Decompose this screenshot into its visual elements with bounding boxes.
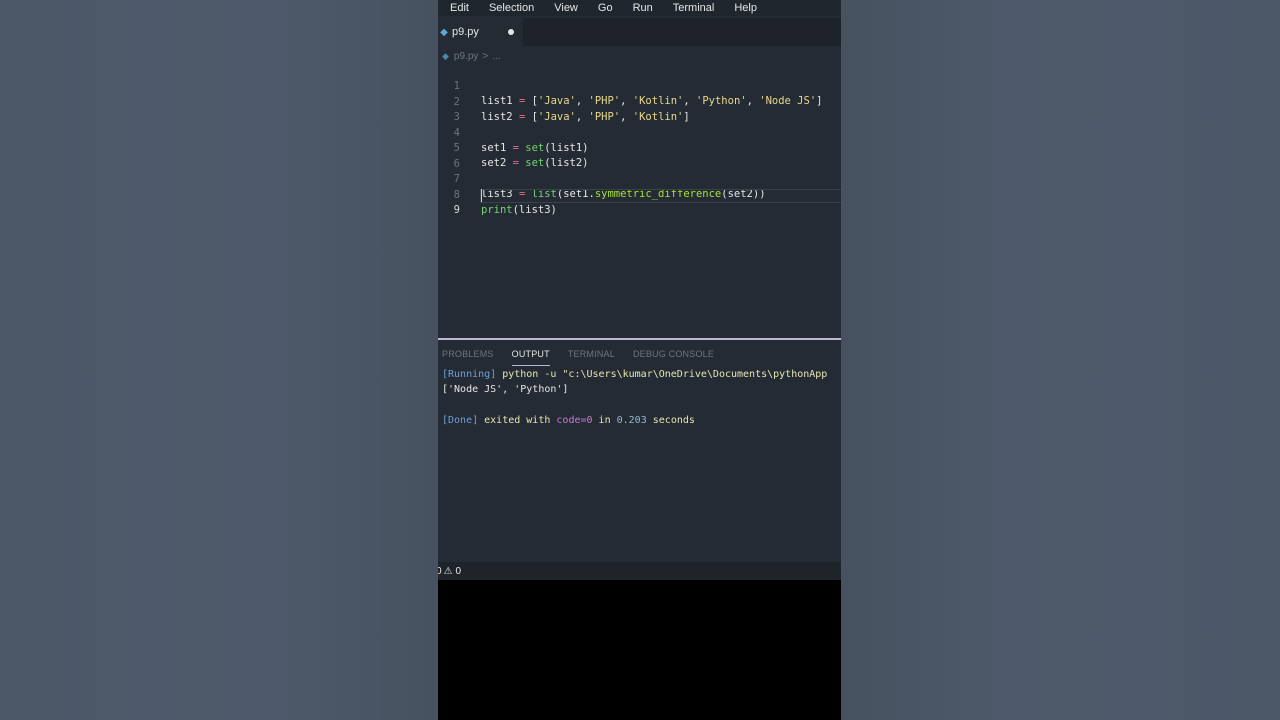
line-number: 9 bbox=[453, 204, 460, 216]
tab-label: p9.py bbox=[452, 26, 479, 38]
code-line: 2 list2 = ['Java', 'PHP', 'Kotlin'] bbox=[438, 80, 841, 123]
status-bar: 0 ⚠ 0 bbox=[438, 562, 841, 580]
vscode-window: Edit Selection View Go Run Terminal Help… bbox=[438, 0, 841, 720]
output-running-line: [Running] python -u "c:\Users\kumar\OneD… bbox=[442, 369, 828, 380]
code-line: 8 print(list3) bbox=[438, 173, 841, 216]
menu-help[interactable]: Help bbox=[722, 1, 765, 15]
code-line: 4 set1 = set(list1) bbox=[438, 111, 841, 154]
menu-terminal[interactable]: Terminal bbox=[661, 1, 723, 15]
code-line: 1 list1 = ['Java', 'PHP', 'Kotlin', 'Pyt… bbox=[438, 64, 841, 107]
code-line: 6 bbox=[438, 142, 841, 170]
editor-tab-bar: ◆ p9.py bbox=[438, 18, 841, 46]
panel-tabs: PROBLEMS OUTPUT TERMINAL DEBUG CONSOLE bbox=[438, 347, 728, 366]
menu-selection[interactable]: Selection bbox=[477, 1, 542, 15]
python-file-icon: ◆ bbox=[440, 26, 448, 38]
text-caret bbox=[481, 189, 482, 202]
code-line: 5 set2 = set(list2) bbox=[438, 126, 841, 169]
menu-go[interactable]: Go bbox=[586, 1, 621, 15]
unsaved-dot-icon[interactable] bbox=[508, 29, 514, 35]
background-right bbox=[841, 0, 1280, 720]
tab-p9-py[interactable]: ◆ p9.py bbox=[438, 18, 523, 46]
breadcrumb-file[interactable]: p9.py bbox=[454, 51, 478, 62]
code-line: 7 list3 = list(set1.symmetric_difference… bbox=[438, 157, 841, 200]
tab-debug-console[interactable]: DEBUG CONSOLE bbox=[633, 347, 714, 365]
black-area bbox=[438, 580, 841, 720]
background-left bbox=[0, 0, 438, 720]
menu-edit[interactable]: Edit bbox=[438, 1, 477, 15]
breadcrumb: ◆ p9.py > ... bbox=[438, 48, 501, 64]
tab-terminal[interactable]: TERMINAL bbox=[568, 347, 615, 365]
python-file-icon: ◆ bbox=[442, 50, 449, 61]
bottom-panel: PROBLEMS OUTPUT TERMINAL DEBUG CONSOLE [… bbox=[438, 340, 841, 562]
code-editor[interactable]: 1 list1 = ['Java', 'PHP', 'Kotlin', 'Pyt… bbox=[438, 64, 841, 338]
error-count[interactable]: 0 bbox=[438, 566, 442, 577]
tab-problems[interactable]: PROBLEMS bbox=[442, 347, 494, 365]
menu-run[interactable]: Run bbox=[621, 1, 661, 15]
menu-view[interactable]: View bbox=[542, 1, 586, 15]
warning-icon: ⚠ bbox=[443, 565, 453, 577]
output-done-line: [Done] exited with code=0 in 0.203 secon… bbox=[442, 415, 695, 426]
tab-output[interactable]: OUTPUT bbox=[511, 347, 550, 366]
breadcrumb-rest[interactable]: ... bbox=[492, 51, 500, 62]
code-line: 3 bbox=[438, 95, 841, 123]
output-result-line: ['Node JS', 'Python'] bbox=[442, 384, 569, 395]
breadcrumb-separator: > bbox=[482, 50, 489, 62]
menu-bar: Edit Selection View Go Run Terminal Help bbox=[438, 0, 841, 16]
line-code: print(list3) bbox=[481, 203, 557, 216]
code-line: 9 bbox=[438, 188, 841, 216]
warning-count[interactable]: 0 bbox=[456, 566, 462, 577]
